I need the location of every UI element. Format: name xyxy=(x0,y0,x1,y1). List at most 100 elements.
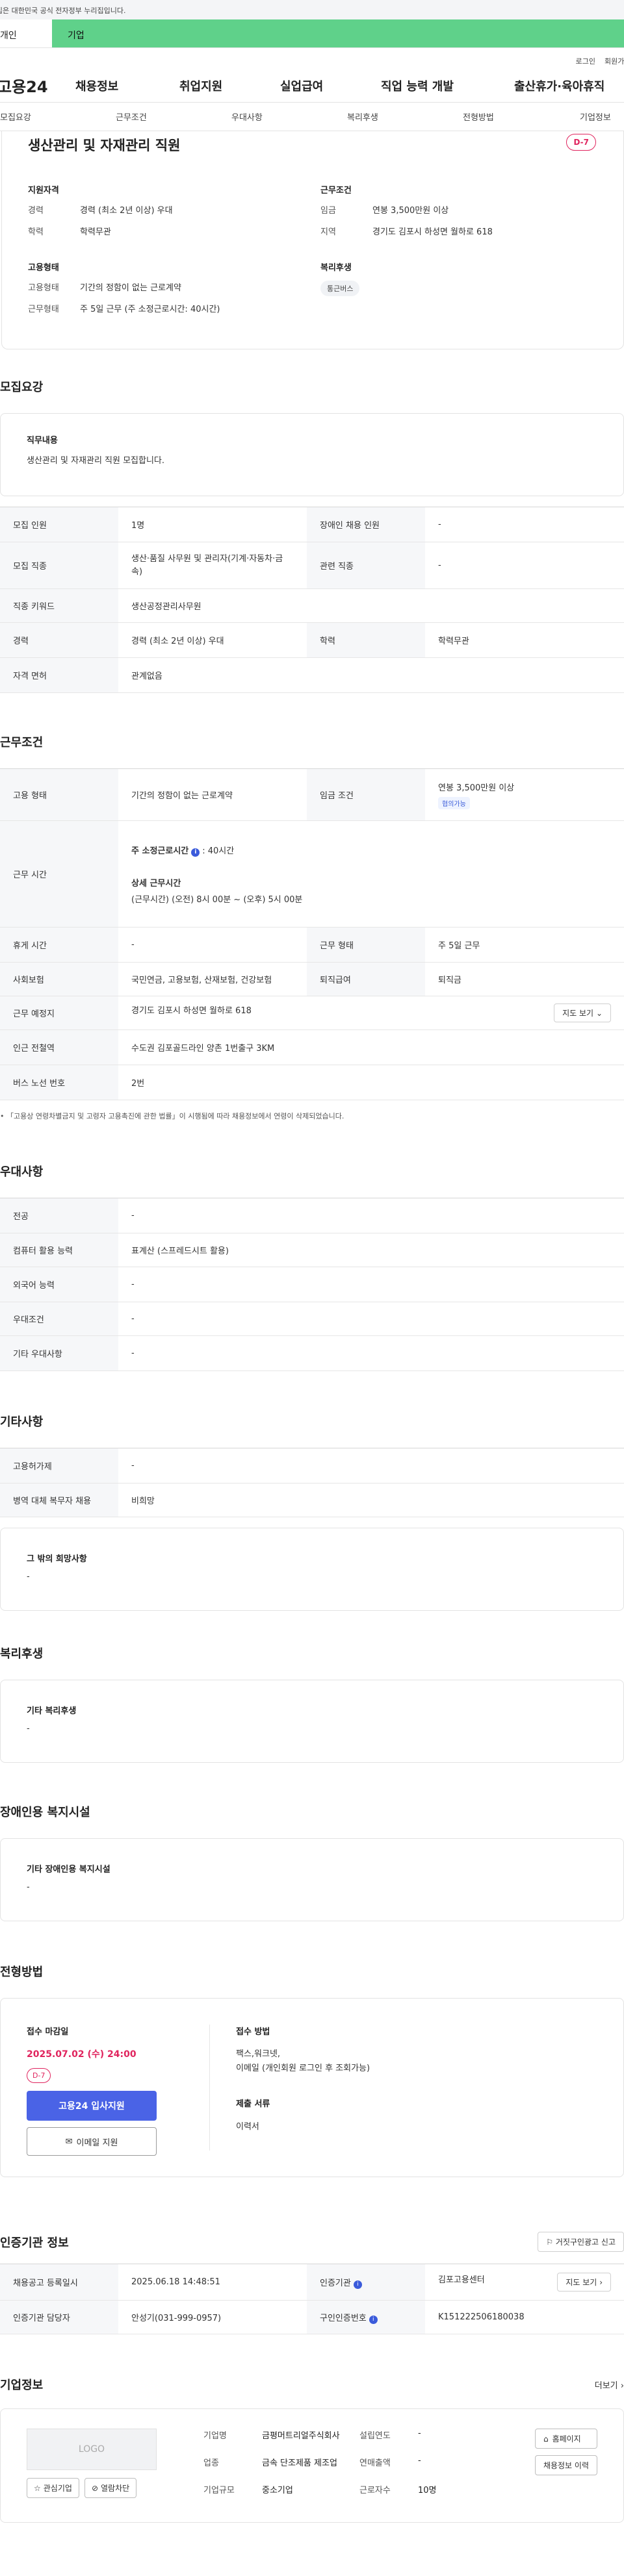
anchor-work-conditions[interactable]: 근무조건 xyxy=(116,110,231,123)
home-icon: ⌂ xyxy=(543,2434,549,2443)
company-side-buttons: ⌂ 홈페이지 채용정보 이력 xyxy=(534,2429,597,2475)
table-key: 관련 직종 xyxy=(307,542,425,589)
table-value: 수도권 김포골드라인 양촌 1번출구 3KM xyxy=(118,1029,624,1065)
docs-text: 이력서 xyxy=(236,2122,259,2132)
company-logo-area: LOGO ☆ 관심기업 ⊘ 열람차단 xyxy=(27,2429,157,2503)
accept-label: 접수 방법 xyxy=(236,2027,270,2037)
report-false-ad-button[interactable]: ⚐ 거짓구인광고 신고 xyxy=(538,2232,624,2252)
company-key: 업종 xyxy=(203,2458,219,2468)
table-key: 자격 면허 xyxy=(0,657,118,693)
company-more-link[interactable]: 더보기 › xyxy=(595,2379,624,2391)
hours-cell: 주 소정근로시간 i: 40시간 상세 근무시간 (근무시간) (오전) 8시 0… xyxy=(118,820,624,928)
welfare-box: 기타 복리후생 - xyxy=(0,1680,624,1763)
signup-link[interactable]: 회원가입 xyxy=(604,56,624,69)
gnb-item-employment-support[interactable]: 취업지원 xyxy=(179,77,280,94)
table-value: 1명 xyxy=(118,507,307,542)
chevron-right-icon: › xyxy=(620,2380,624,2391)
table-value: - xyxy=(118,927,307,963)
summary-welfare: 복리후생 통근버스 xyxy=(320,260,600,323)
table-row: 근무 예정지 경기도 김포시 하성면 월하로 618 지도 보기 ⌄ xyxy=(0,996,624,1030)
table-row: 버스 노선 번호 2번 xyxy=(0,1065,624,1100)
job-history-button[interactable]: 채용정보 이력 xyxy=(534,2455,597,2475)
table-row: 전공 - xyxy=(0,1198,624,1233)
cert-org-key-label: 인증기관 xyxy=(320,2278,351,2288)
site-logo[interactable]: 고용24 xyxy=(0,74,75,97)
login-link[interactable]: 로그인 xyxy=(576,56,595,69)
table-key: 인증기관 담당자 xyxy=(0,2300,118,2334)
table-value: 관계없음 xyxy=(118,657,624,693)
company-box: LOGO ☆ 관심기업 ⊘ 열람차단 기업명 금평머트리얼주식회사 설립연도 - 업… xyxy=(0,2408,624,2523)
company-key: 기업명 xyxy=(203,2431,227,2441)
company-key: 근로자수 xyxy=(359,2486,391,2495)
work-section-title: 근무조건 xyxy=(0,736,44,750)
summary-value: 경기도 김포시 하성면 월하로 618 xyxy=(372,227,493,237)
email-apply-button[interactable]: ✉ 이메일 지원 xyxy=(27,2127,157,2156)
welfare-box-title: 기타 복리후생 xyxy=(27,1706,77,1716)
table-row: 병역 대체 복무자 채용 비희망 xyxy=(0,1483,624,1517)
gnb-item-vocational-training[interactable]: 직업 능력 개발 xyxy=(381,77,514,94)
gnb-item-parental-leave[interactable]: 출산휴가·육아휴직 xyxy=(514,77,618,94)
table-value: - xyxy=(118,1198,624,1233)
cert-section-title: 인증기관 정보 xyxy=(0,2236,69,2250)
company-header: 기업정보 더보기 › xyxy=(0,2334,624,2408)
chevron-down-icon: ⌄ xyxy=(595,1009,603,1018)
company-action-buttons: ☆ 관심기업 ⊘ 열람차단 xyxy=(27,2478,157,2498)
deadline-date: 2025.07.02 (수) 24:00 xyxy=(27,2049,136,2060)
company-key: 기업규모 xyxy=(203,2486,235,2495)
user-type-tabs: 개인 기업 xyxy=(0,19,624,48)
cert-map-button[interactable]: 지도 보기 › xyxy=(557,2273,611,2292)
gnb-item-jobs[interactable]: 채용정보 xyxy=(75,77,179,94)
gov-banner-text: 이 누리집은 대한민국 공식 전자정부 누리집입니다. xyxy=(0,6,126,15)
block-icon: ⊘ xyxy=(91,2483,98,2493)
cert-org-value: 김포고용센터 xyxy=(438,2275,485,2285)
table-key: 근무 시간 xyxy=(0,820,118,928)
block-view-button[interactable]: ⊘ 열람차단 xyxy=(84,2478,137,2498)
welfare-section-title: 복리후생 xyxy=(0,1647,44,1661)
anchor-preference[interactable]: 우대사항 xyxy=(231,110,347,123)
other-wishes-title: 그 밖의 희망사항 xyxy=(27,1554,87,1564)
homepage-label: 홈페이지 xyxy=(552,2434,581,2443)
favorite-company-label: 관심기업 xyxy=(43,2484,72,2493)
disabled-facility-box-text: - xyxy=(27,1882,30,1892)
job-title: 생산관리 및 자재관리 직원 xyxy=(28,138,181,153)
welfare-box-text: - xyxy=(27,1724,30,1734)
wage-value: 연봉 3,500만원 이상 xyxy=(438,783,515,793)
company-section: 기업정보 더보기 › LOGO ☆ 관심기업 ⊘ 열람차단 기업명 금평머트리얼주식… xyxy=(0,2334,624,2523)
summary-row: 학력 학력무관 xyxy=(28,225,320,237)
map-view-button[interactable]: 지도 보기 ⌄ xyxy=(554,1004,611,1022)
table-key: 버스 노선 번호 xyxy=(0,1065,118,1100)
table-key: 학력 xyxy=(307,622,425,658)
table-value: - xyxy=(425,542,624,589)
company-section-title: 기업정보 xyxy=(0,2379,44,2392)
disabled-facility-box-title: 기타 장애인용 복지시설 xyxy=(27,1865,110,1875)
gnb-menu: 채용정보 취업지원 실업급여 직업 능력 개발 출산휴가·육아휴직 xyxy=(75,77,618,94)
utility-links: 로그인 회원가입 xyxy=(0,48,624,69)
anchor-recruit[interactable]: 모집요강 xyxy=(0,110,116,123)
anchor-welfare[interactable]: 복리후생 xyxy=(347,110,463,123)
info-icon[interactable]: i xyxy=(369,2315,378,2324)
info-icon[interactable]: i xyxy=(191,848,200,857)
table-value: 학력무관 xyxy=(425,622,624,658)
cert-org-key: 인증기관 i xyxy=(307,2264,425,2301)
anchor-company[interactable]: 기업정보 xyxy=(580,110,624,123)
cert-org-cell: 김포고용센터 지도 보기 › xyxy=(425,2264,624,2301)
summary-row: 임금 연봉 3,500만원 이상 xyxy=(320,203,600,216)
table-key: 모집 직종 xyxy=(0,542,118,589)
table-value: - xyxy=(118,1302,624,1336)
table-value: 표계산 (스프레드시트 활용) xyxy=(118,1233,624,1267)
tab-personal[interactable]: 개인 xyxy=(0,19,52,47)
table-key: 근무 형태 xyxy=(307,927,425,963)
company-value: 중소기업 xyxy=(262,2486,293,2495)
apply-button[interactable]: 고용24 입사지원 xyxy=(27,2091,157,2121)
homepage-button[interactable]: ⌂ 홈페이지 xyxy=(534,2429,597,2449)
summary-key: 임금 xyxy=(320,206,336,216)
info-icon[interactable]: i xyxy=(353,2280,362,2289)
summary-qualification-title: 지원자격 xyxy=(28,186,59,196)
table-key: 병역 대체 복무자 채용 xyxy=(0,1483,118,1517)
tab-company[interactable]: 기업 xyxy=(52,19,624,47)
gnb-item-unemployment-benefit[interactable]: 실업급여 xyxy=(280,77,381,94)
table-row: 컴퓨터 활용 능력 표계산 (스프레드시트 활용) xyxy=(0,1233,624,1267)
anchor-method[interactable]: 전형방법 xyxy=(463,110,580,123)
favorite-company-button[interactable]: ☆ 관심기업 xyxy=(27,2478,79,2498)
table-value: 국민연금, 고용보험, 산재보험, 건강보험 xyxy=(118,962,307,996)
